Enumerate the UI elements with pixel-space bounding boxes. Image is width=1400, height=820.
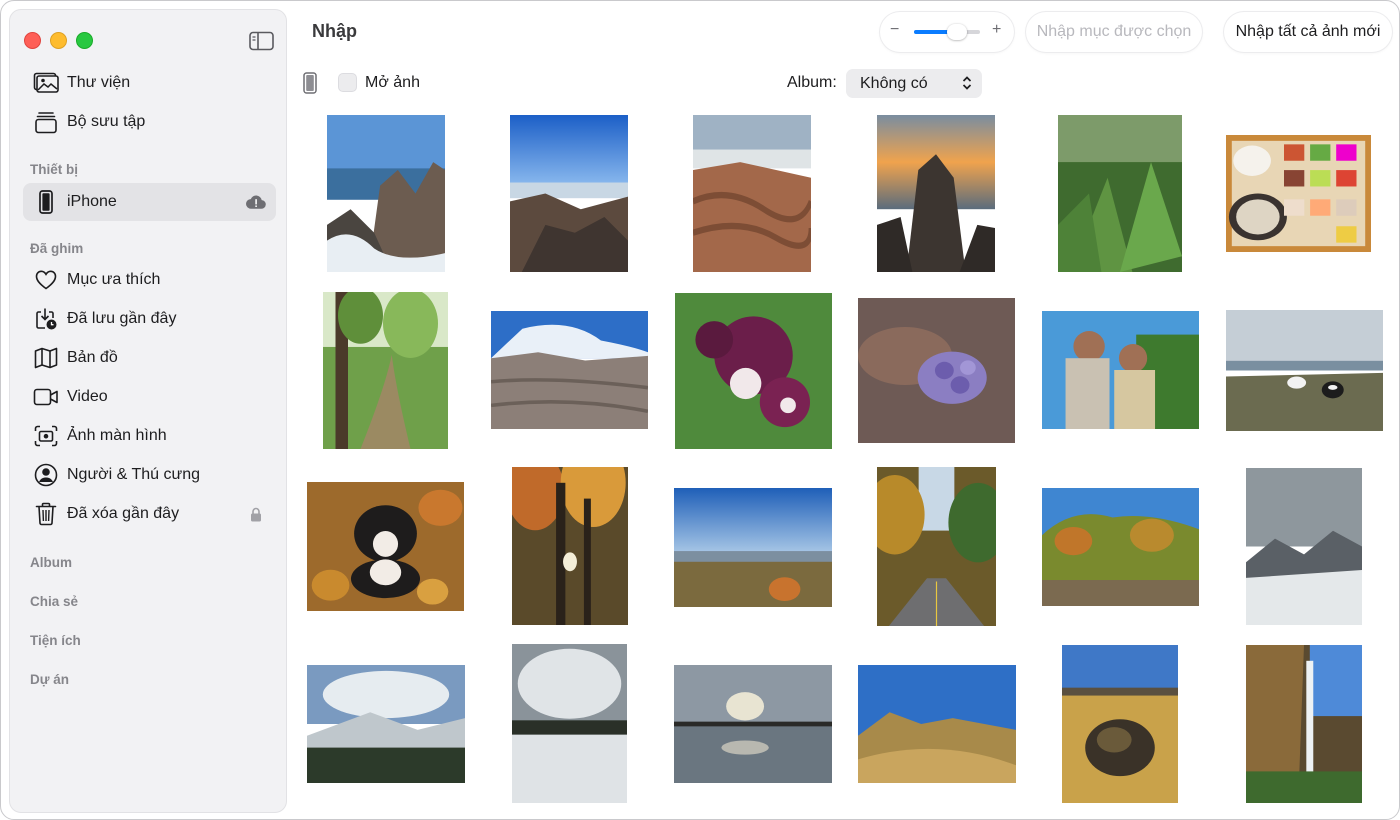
album-label: Album: bbox=[787, 74, 837, 91]
video-camera-icon bbox=[33, 384, 59, 410]
minimize-window-button[interactable] bbox=[50, 32, 67, 49]
section-header-pinned: Đã ghim bbox=[30, 241, 84, 256]
page-title: Nhập bbox=[312, 21, 357, 41]
close-window-button[interactable] bbox=[24, 32, 41, 49]
sidebar-item-label: Bộ sưu tập bbox=[67, 113, 146, 130]
sidebar-item-label: Bản đồ bbox=[67, 349, 118, 366]
section-header-shared[interactable]: Chia sẻ bbox=[30, 594, 78, 609]
person-circle-icon bbox=[33, 462, 59, 488]
download-clock-icon bbox=[33, 306, 59, 332]
sidebar-item-screenshots[interactable]: Ảnh màn hình bbox=[23, 417, 276, 455]
photo-thumbnail[interactable] bbox=[1246, 468, 1362, 625]
photo-thumbnail[interactable] bbox=[693, 115, 811, 272]
photo-thumbnail[interactable] bbox=[327, 115, 445, 272]
photo-thumbnail[interactable] bbox=[877, 467, 996, 626]
photo-thumbnail[interactable] bbox=[858, 665, 1016, 783]
import-all-new-button[interactable]: Nhập tất cả ảnh mới bbox=[1224, 12, 1392, 52]
collections-stack-icon bbox=[33, 109, 59, 135]
photo-thumbnail[interactable] bbox=[858, 298, 1015, 443]
trash-icon bbox=[33, 501, 59, 527]
photo-thumbnail[interactable] bbox=[512, 467, 628, 625]
sidebar-item-iphone[interactable]: iPhone bbox=[23, 183, 276, 221]
photo-thumbnail[interactable] bbox=[510, 115, 628, 272]
photo-thumbnail[interactable] bbox=[1226, 310, 1383, 431]
sidebar-item-people-pets[interactable]: Người & Thú cưng bbox=[23, 456, 276, 494]
iphone-icon bbox=[303, 72, 317, 94]
section-header-devices: Thiết bị bbox=[30, 162, 78, 177]
photo-thumbnail[interactable] bbox=[1062, 645, 1178, 803]
sidebar-item-label: Đã lưu gần đây bbox=[67, 310, 177, 327]
sidebar-toggle-icon[interactable] bbox=[249, 31, 274, 51]
lock-icon bbox=[246, 505, 266, 523]
photo-thumbnail[interactable] bbox=[1246, 645, 1362, 803]
sidebar: Thư viện Bộ sưu tập Thiết bị iPhone Đã g… bbox=[9, 9, 287, 813]
window-controls bbox=[24, 32, 93, 49]
chevron-up-down-icon bbox=[961, 75, 973, 96]
iphone-icon bbox=[33, 189, 59, 215]
photo-thumbnail[interactable] bbox=[491, 311, 648, 429]
sidebar-item-map[interactable]: Bản đồ bbox=[23, 339, 276, 377]
sidebar-item-label: iPhone bbox=[67, 193, 117, 210]
sidebar-item-label: Ảnh màn hình bbox=[67, 427, 167, 444]
import-selected-button[interactable]: Nhập mục được chọn bbox=[1026, 12, 1202, 52]
map-icon bbox=[33, 345, 59, 371]
photo-thumbnail[interactable] bbox=[1058, 115, 1182, 272]
zoom-window-button[interactable] bbox=[76, 32, 93, 49]
photo-thumbnail[interactable] bbox=[307, 665, 465, 783]
zoom-in-button[interactable]: + bbox=[992, 21, 1001, 39]
sidebar-item-label: Thư viện bbox=[67, 74, 131, 91]
photo-thumbnail[interactable] bbox=[323, 292, 448, 449]
sidebar-item-video[interactable]: Video bbox=[23, 378, 276, 416]
photo-thumbnail[interactable] bbox=[1226, 135, 1371, 252]
photos-import-window: Thư viện Bộ sưu tập Thiết bị iPhone Đã g… bbox=[0, 0, 1400, 820]
screenshot-icon bbox=[33, 423, 59, 449]
sidebar-item-recently-deleted[interactable]: Đã xóa gần đây bbox=[23, 495, 276, 533]
photo-thumbnail[interactable] bbox=[307, 482, 464, 611]
sidebar-item-recently-saved[interactable]: Đã lưu gần đây bbox=[23, 300, 276, 338]
open-photos-label: Mở ảnh bbox=[365, 74, 420, 91]
sidebar-item-collections[interactable]: Bộ sưu tập bbox=[23, 103, 276, 141]
photo-thumbnail[interactable] bbox=[1042, 488, 1199, 606]
photo-thumbnail[interactable] bbox=[675, 293, 832, 449]
cloud-alert-icon bbox=[246, 193, 266, 211]
photo-thumbnail[interactable] bbox=[1042, 311, 1199, 429]
sidebar-item-favorites[interactable]: Mục ưa thích bbox=[23, 261, 276, 299]
album-select[interactable]: Không có bbox=[846, 69, 982, 98]
zoom-slider[interactable] bbox=[914, 24, 980, 40]
photo-thumbnail[interactable] bbox=[877, 115, 995, 272]
heart-icon bbox=[33, 267, 59, 293]
sidebar-item-label: Video bbox=[67, 388, 108, 405]
section-header-utilities[interactable]: Tiện ích bbox=[30, 633, 81, 648]
section-header-album[interactable]: Album bbox=[30, 555, 72, 570]
zoom-control: − + bbox=[880, 12, 1014, 52]
sidebar-item-label: Đã xóa gần đây bbox=[67, 505, 180, 522]
album-select-value: Không có bbox=[860, 74, 928, 92]
sidebar-item-label: Mục ưa thích bbox=[67, 271, 161, 288]
sidebar-item-label: Người & Thú cưng bbox=[67, 466, 201, 483]
photo-thumbnail[interactable] bbox=[674, 488, 832, 607]
photo-thumbnail[interactable] bbox=[674, 665, 832, 783]
open-photos-checkbox[interactable] bbox=[338, 73, 357, 92]
photo-thumbnail[interactable] bbox=[512, 644, 627, 803]
sidebar-item-library[interactable]: Thư viện bbox=[23, 64, 276, 102]
photos-library-icon bbox=[33, 70, 59, 96]
section-header-projects[interactable]: Dự án bbox=[30, 672, 69, 687]
zoom-out-button[interactable]: − bbox=[890, 21, 899, 39]
zoom-slider-knob[interactable] bbox=[946, 24, 967, 40]
